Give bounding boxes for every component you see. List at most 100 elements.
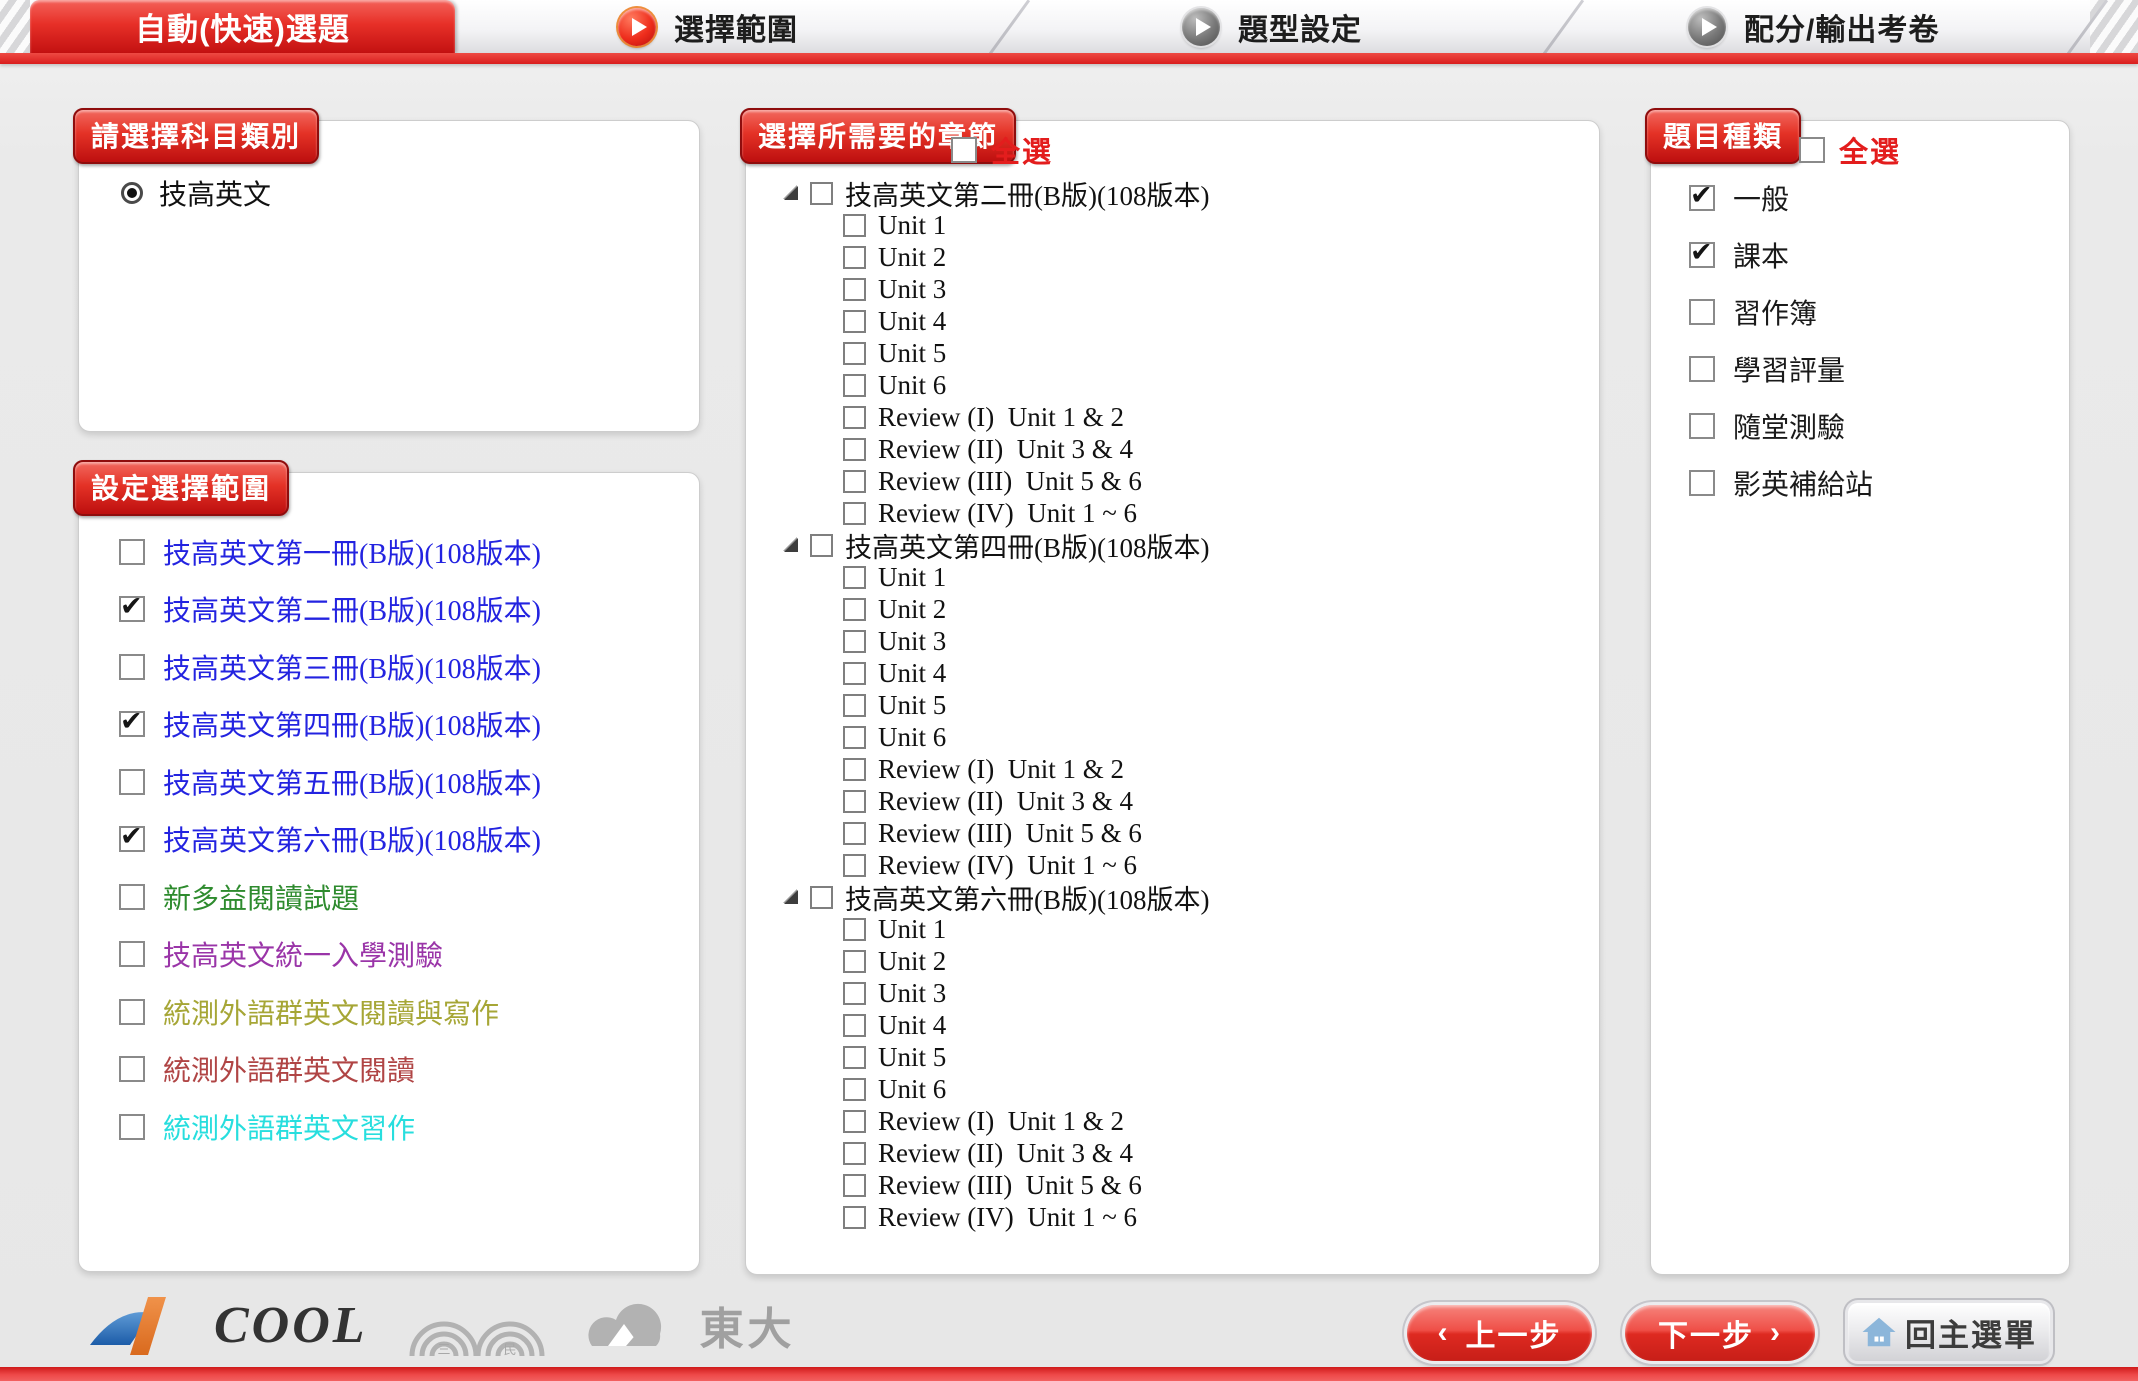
tree-item-checkbox[interactable] [843,1142,866,1165]
tree-item-row[interactable]: Review (II) Unit 3 & 4 [784,1137,1599,1169]
type-item-label[interactable]: 課本 [1733,235,1789,275]
tree-item-label[interactable]: Review (III) Unit 5 & 6 [878,1170,1142,1201]
type-checkbox[interactable] [1689,470,1715,496]
tree-item-row[interactable]: Unit 1 [784,209,1599,241]
type-select-all-label[interactable]: 全選 [1839,129,1901,171]
tree-item-label[interactable]: Review (III) Unit 5 & 6 [878,466,1142,497]
tree-item-row[interactable]: Review (I) Unit 1 & 2 [784,753,1599,785]
tree-group-label[interactable]: 技高英文第四冊(B版)(108版本) [845,526,1209,565]
tree-expander-icon[interactable] [784,186,798,200]
tree-item-row[interactable]: Unit 4 [784,305,1599,337]
tree-item-checkbox[interactable] [843,854,866,877]
tree-item-row[interactable]: Unit 1 [784,913,1599,945]
tree-item-checkbox[interactable] [843,214,866,237]
range-item-label[interactable]: 技高英文第四冊(B版)(108版本) [163,704,541,744]
range-item-row[interactable]: 技高英文第六冊(B版)(108版本) [79,811,699,869]
range-item-row[interactable]: 統測外語群英文閱讀與寫作 [79,983,699,1041]
tree-item-row[interactable]: Unit 6 [784,1073,1599,1105]
type-select-all-checkbox[interactable] [1799,137,1825,163]
range-item-row[interactable]: 統測外語群英文閱讀 [79,1041,699,1099]
tree-item-label[interactable]: Unit 3 [878,274,946,305]
tree-item-row[interactable]: Review (I) Unit 1 & 2 [784,401,1599,433]
tree-group-row[interactable]: 技高英文第二冊(B版)(108版本) [784,177,1599,209]
tree-expander-icon[interactable] [784,890,798,904]
tree-item-row[interactable]: Review (IV) Unit 1 ~ 6 [784,849,1599,881]
type-item-label[interactable]: 學習評量 [1733,349,1845,389]
tree-item-label[interactable]: Review (III) Unit 5 & 6 [878,818,1142,849]
tree-group-checkbox[interactable] [810,534,833,557]
tree-item-row[interactable]: Unit 4 [784,657,1599,689]
prev-step-button[interactable]: ‹ 上一步 [1407,1305,1592,1361]
tree-item-label[interactable]: Unit 6 [878,370,946,401]
tree-item-checkbox[interactable] [843,982,866,1005]
range-checkbox[interactable] [119,711,145,737]
range-item-label[interactable]: 技高英文第五冊(B版)(108版本) [163,762,541,802]
range-item-label[interactable]: 統測外語群英文閱讀與寫作 [163,992,499,1032]
tree-item-label[interactable]: Unit 2 [878,946,946,977]
range-checkbox[interactable] [119,539,145,565]
tree-item-label[interactable]: Review (II) Unit 3 & 4 [878,434,1133,465]
subject-radio-label[interactable]: 技高英文 [159,173,271,213]
tree-item-checkbox[interactable] [843,758,866,781]
type-item-row[interactable]: 學習評量 [1651,340,2069,397]
tree-expander-icon[interactable] [784,538,798,552]
tab-auto-quick-select[interactable]: 自動(快速)選題 [30,0,455,53]
type-item-label[interactable]: 隨堂測驗 [1733,406,1845,446]
tree-item-row[interactable]: Unit 3 [784,273,1599,305]
range-item-label[interactable]: 技高英文第二冊(B版)(108版本) [163,589,541,629]
tree-item-label[interactable]: Unit 2 [878,242,946,273]
type-checkbox[interactable] [1689,413,1715,439]
tree-item-checkbox[interactable] [843,950,866,973]
range-item-row[interactable]: 技高英文第五冊(B版)(108版本) [79,753,699,811]
range-item-label[interactable]: 技高英文第三冊(B版)(108版本) [163,647,541,687]
range-item-row[interactable]: 技高英文第二冊(B版)(108版本) [79,581,699,639]
tree-item-checkbox[interactable] [843,598,866,621]
tree-item-label[interactable]: Unit 5 [878,690,946,721]
tree-item-row[interactable]: Review (II) Unit 3 & 4 [784,433,1599,465]
tree-item-row[interactable]: Unit 2 [784,593,1599,625]
chapter-select-all[interactable]: 全選 [951,129,1053,171]
range-item-row[interactable]: 技高英文第一冊(B版)(108版本) [79,523,699,581]
type-item-row[interactable]: 一般 [1651,169,2069,226]
range-item-row[interactable]: 統測外語群英文習作 [79,1098,699,1156]
tree-item-label[interactable]: Unit 1 [878,562,946,593]
tab-select-range[interactable]: 選擇範圍 [618,0,798,53]
type-item-label[interactable]: 習作簿 [1733,292,1817,332]
tree-item-row[interactable]: Review (III) Unit 5 & 6 [784,465,1599,497]
tab-score-output[interactable]: 配分/輸出考卷 [1688,0,1939,53]
tree-group-label[interactable]: 技高英文第二冊(B版)(108版本) [845,174,1209,213]
tree-item-row[interactable]: Review (II) Unit 3 & 4 [784,785,1599,817]
tree-item-label[interactable]: Unit 4 [878,306,946,337]
tree-item-label[interactable]: Review (I) Unit 1 & 2 [878,1106,1124,1137]
tree-item-label[interactable]: Unit 4 [878,658,946,689]
tree-item-checkbox[interactable] [843,342,866,365]
tree-item-label[interactable]: Review (IV) Unit 1 ~ 6 [878,498,1137,529]
chapter-select-all-label[interactable]: 全選 [991,129,1053,171]
tree-item-row[interactable]: Unit 1 [784,561,1599,593]
range-checkbox[interactable] [119,941,145,967]
tree-item-row[interactable]: Unit 6 [784,721,1599,753]
tree-item-row[interactable]: Unit 5 [784,337,1599,369]
type-select-all[interactable]: 全選 [1799,129,1901,171]
tree-item-checkbox[interactable] [843,1014,866,1037]
range-item-label[interactable]: 技高英文統一入學測驗 [163,934,443,974]
tree-item-row[interactable]: Review (IV) Unit 1 ~ 6 [784,1201,1599,1233]
range-checkbox[interactable] [119,826,145,852]
tree-item-checkbox[interactable] [843,726,866,749]
tree-item-label[interactable]: Review (I) Unit 1 & 2 [878,754,1124,785]
tree-item-label[interactable]: Unit 5 [878,338,946,369]
tree-item-row[interactable]: Unit 2 [784,945,1599,977]
subject-radio[interactable] [121,182,143,204]
tree-item-checkbox[interactable] [843,1206,866,1229]
tree-group-checkbox[interactable] [810,886,833,909]
type-checkbox[interactable] [1689,185,1715,211]
tab-question-type-setting[interactable]: 題型設定 [1182,0,1362,53]
tree-item-label[interactable]: Review (IV) Unit 1 ~ 6 [878,1202,1137,1233]
tree-item-label[interactable]: Unit 2 [878,594,946,625]
tree-item-label[interactable]: Unit 6 [878,1074,946,1105]
type-checkbox[interactable] [1689,299,1715,325]
type-item-label[interactable]: 影英補給站 [1733,463,1873,503]
tree-item-checkbox[interactable] [843,1078,866,1101]
range-item-row[interactable]: 新多益閱讀試題 [79,868,699,926]
tree-group-checkbox[interactable] [810,182,833,205]
